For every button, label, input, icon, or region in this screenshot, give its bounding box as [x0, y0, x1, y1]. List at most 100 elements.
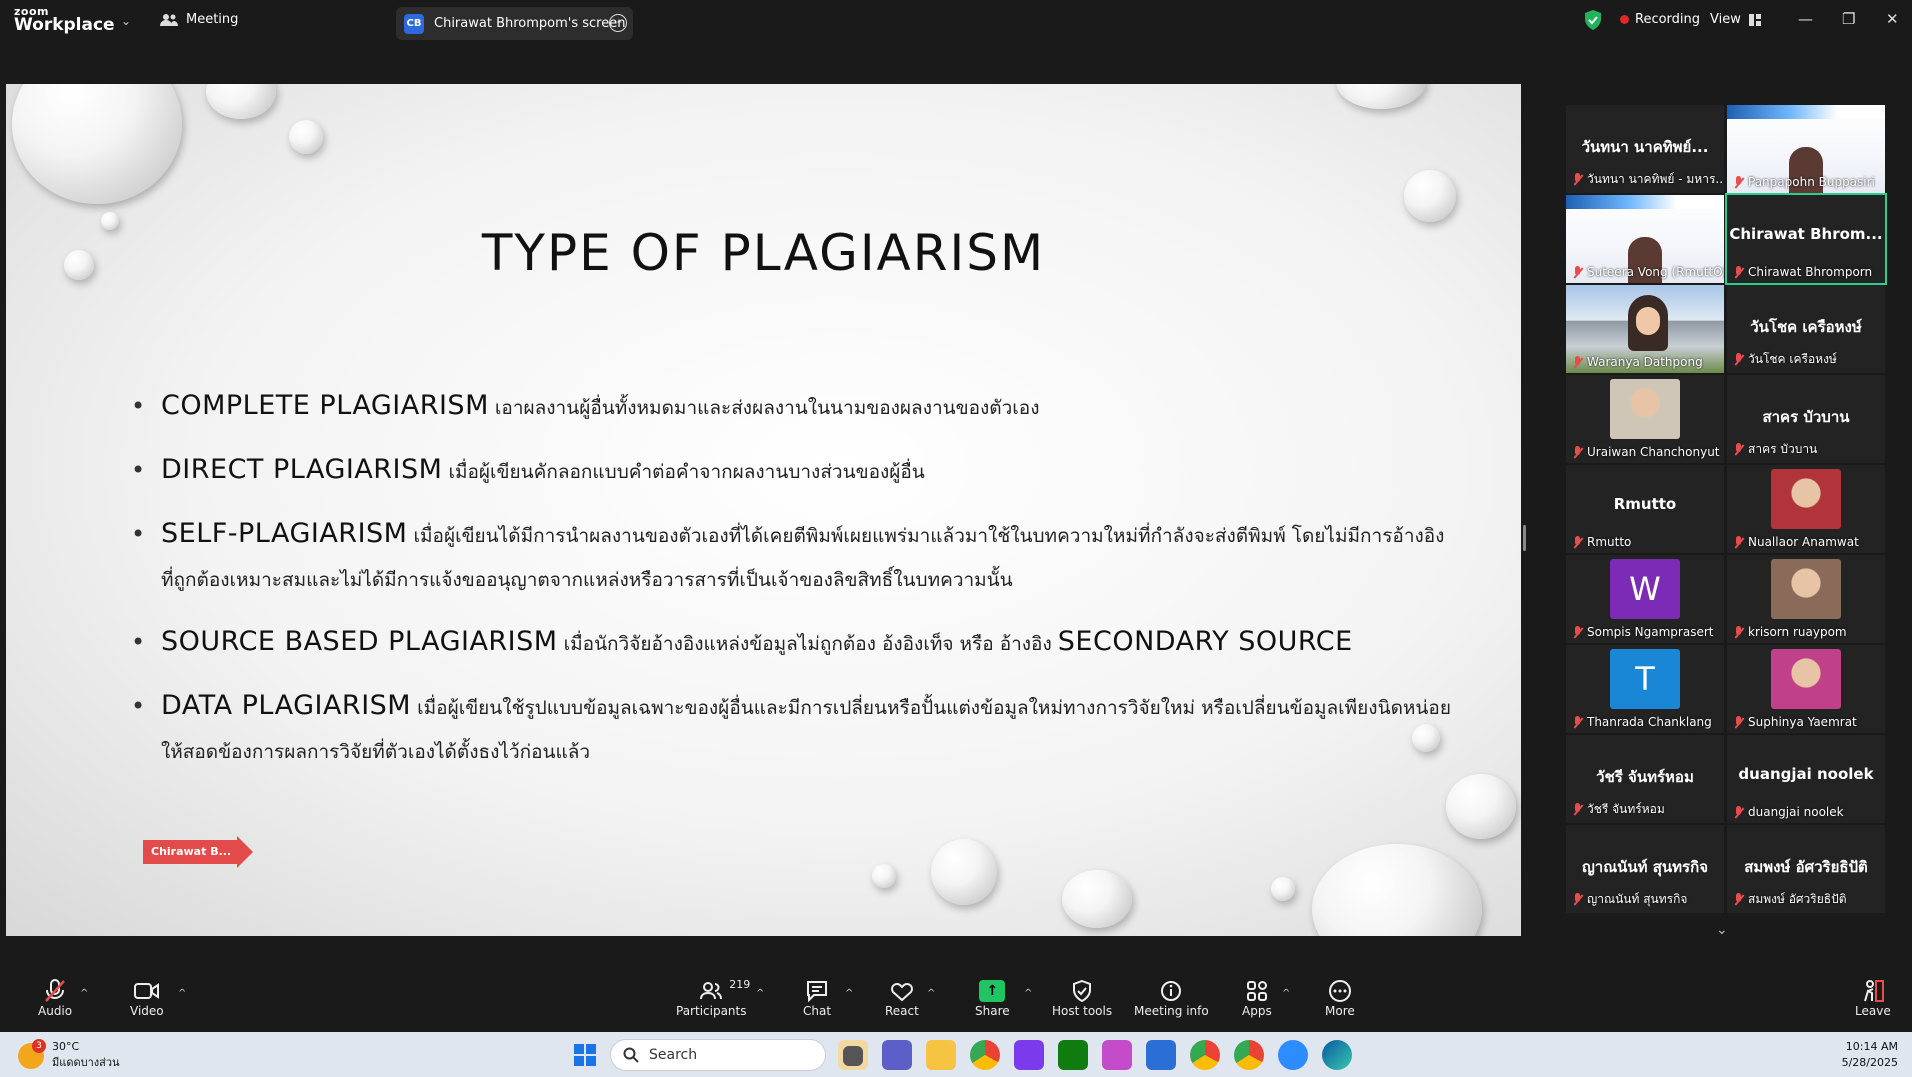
notepad-icon[interactable] — [1146, 1040, 1176, 1070]
avatar — [1771, 469, 1841, 529]
audio-caret-icon[interactable]: ^ — [80, 988, 88, 999]
xbox-icon[interactable] — [1058, 1040, 1088, 1070]
participant-name: Uraiwan Chanchonyut — [1587, 445, 1720, 459]
chrome-profile-icon[interactable] — [1190, 1040, 1220, 1070]
weather-widget[interactable]: 3 30°C มีแดดบางส่วน — [18, 1038, 120, 1071]
participant-display-name: Rmutto — [1613, 495, 1677, 513]
participant-display-name: Chirawat Bhrom... — [1729, 225, 1883, 243]
participant-tile[interactable]: วันโชค เครือหงษ์ วันโชค เครือหงษ์ — [1727, 285, 1885, 373]
participants-caret-icon[interactable]: ^ — [756, 988, 764, 999]
video-caret-icon[interactable]: ^ — [178, 988, 186, 999]
participant-display-name: สาคร บัวบาน — [1762, 408, 1850, 426]
shared-screen-tab[interactable]: CB Chirawat Bhrompom's screen ··· — [396, 7, 633, 40]
participant-tile[interactable]: Uraiwan Chanchonyut — [1566, 375, 1724, 463]
bullet-item: SOURCE BASED PLAGIARISM เมื่อนักวิจัยอ้า… — [131, 620, 1451, 666]
participant-tile[interactable]: วันทนา นาคทิพย์... วันทนา นาคทิพย์ - มหาร… — [1566, 105, 1724, 193]
participant-tile[interactable]: Waranya Dathpong — [1566, 285, 1724, 373]
chrome-icon[interactable] — [970, 1040, 1000, 1070]
meeting-button[interactable]: Meeting — [160, 12, 238, 27]
more-options-icon[interactable]: ··· — [609, 14, 627, 32]
water-drop — [1271, 877, 1295, 901]
view-button[interactable]: View — [1710, 12, 1761, 27]
participant-tile[interactable]: Panpapohn Buppasiri — [1727, 105, 1885, 193]
participants-button[interactable]: 219 Participants — [676, 978, 750, 1018]
chrome-profile-p-icon[interactable] — [1234, 1040, 1264, 1070]
participant-tile[interactable]: Chirawat Bhrom... Chirawat Bhromporn — [1725, 193, 1887, 285]
participant-label: Waranya Dathpong — [1572, 355, 1703, 369]
mic-muted-icon — [1572, 893, 1583, 906]
participant-name: สาคร บัวบาน — [1748, 442, 1818, 456]
participant-tile[interactable]: Suteera Vong (RmuttO) — [1566, 195, 1724, 283]
search-icon — [623, 1047, 639, 1063]
apps-label: Apps — [1242, 1004, 1272, 1018]
participant-name: สมพงษ์ อัศวริยธิปัติ — [1748, 892, 1847, 906]
participant-name: duangjai noolek — [1748, 805, 1844, 819]
participant-tile[interactable]: krisorn ruaypom — [1727, 555, 1885, 643]
restore-icon[interactable]: ❐ — [1842, 10, 1855, 28]
water-drop — [1446, 774, 1516, 839]
edge-icon[interactable] — [1322, 1040, 1352, 1070]
apps-icon — [1243, 978, 1271, 1004]
system-clock[interactable]: 10:14 AM 5/28/2025 — [1842, 1039, 1898, 1071]
participant-label: สาคร บัวบาน — [1733, 440, 1817, 459]
participant-tile[interactable]: สมพงษ์ อัศวริยธิปัติ สมพงษ์ อัศวริยธิปัติ — [1727, 825, 1885, 913]
participant-name: Sompis Ngamprasert — [1587, 625, 1714, 639]
apps-caret-icon[interactable]: ^ — [1282, 988, 1290, 999]
participant-label: วันโชค เครือหงษ์ — [1733, 350, 1837, 369]
water-drop — [1336, 84, 1426, 109]
participant-tile[interactable]: วัชรี จันทร์หอม วัชรี จันทร์หอม — [1566, 735, 1724, 823]
chat-button[interactable]: Chat — [803, 978, 831, 1018]
share-caret-icon[interactable]: ^ — [1024, 988, 1032, 999]
zoom-app-icon[interactable] — [1278, 1040, 1308, 1070]
minimize-icon[interactable]: — — [1798, 10, 1813, 28]
share-button[interactable]: ↑ Share — [975, 978, 1010, 1018]
recording-indicator[interactable]: Recording — [1620, 12, 1700, 27]
info-icon — [1157, 978, 1185, 1004]
more-button[interactable]: More — [1325, 978, 1355, 1018]
scroll-down-chevron-icon[interactable]: ⌄ — [1716, 922, 1728, 938]
participant-tile[interactable]: T Thanrada Chanklang — [1566, 645, 1724, 733]
windows-start-icon[interactable] — [574, 1044, 596, 1066]
participant-tile[interactable]: duangjai noolek duangjai noolek — [1727, 735, 1885, 823]
participant-name: Rmutto — [1587, 535, 1632, 549]
task-view-icon[interactable] — [843, 1046, 863, 1066]
meeting-info-button[interactable]: Meeting info — [1134, 978, 1209, 1018]
participant-label: krisorn ruaypom — [1733, 625, 1847, 639]
zoom-logo[interactable]: zoom Workplace — [14, 6, 115, 34]
resize-handle[interactable] — [1523, 525, 1526, 551]
leave-button[interactable]: Leave — [1855, 978, 1891, 1018]
weather-badge: 3 — [32, 1038, 46, 1053]
water-drop — [872, 864, 896, 888]
bullet-term: COMPLETE PLAGIARISM — [161, 390, 489, 421]
instagram-icon[interactable] — [1014, 1040, 1044, 1070]
mic-muted-icon — [1733, 265, 1744, 279]
security-shield-icon[interactable] — [1584, 10, 1602, 30]
video-button[interactable]: Video — [130, 978, 164, 1018]
file-explorer-icon[interactable] — [926, 1040, 956, 1070]
react-button[interactable]: React — [885, 978, 919, 1018]
participant-tile[interactable]: สาคร บัวบาน สาคร บัวบาน — [1727, 375, 1885, 463]
bullet-item: DIRECT PLAGIARISM เมื่อผู้เขียนคักลอกแบบ… — [131, 448, 1451, 494]
chevron-down-icon[interactable]: ⌄ — [121, 14, 131, 28]
participant-tile[interactable]: W Sompis Ngamprasert — [1566, 555, 1724, 643]
react-caret-icon[interactable]: ^ — [927, 988, 935, 999]
taskbar-search[interactable]: Search — [610, 1039, 826, 1071]
chat-label: Chat — [803, 1004, 832, 1018]
participant-tile[interactable]: Suphinya Yaemrat — [1727, 645, 1885, 733]
avatar: W — [1610, 559, 1680, 619]
teams-icon[interactable] — [882, 1040, 912, 1070]
audio-button[interactable]: Audio — [38, 978, 72, 1018]
participant-name: Waranya Dathpong — [1587, 355, 1703, 369]
participant-tile[interactable]: ญาณนันท์ สุนทรกิจ ญาณนันท์ สุนทรกิจ — [1566, 825, 1724, 913]
participant-tile[interactable]: Nuallaor Anamwat — [1727, 465, 1885, 553]
mic-muted-icon — [1733, 893, 1744, 906]
apps-button[interactable]: Apps — [1242, 978, 1272, 1018]
chat-caret-icon[interactable]: ^ — [845, 988, 853, 999]
bullet-item: COMPLETE PLAGIARISM เอาผลงานผู้อื่นทั้งห… — [131, 384, 1451, 430]
host-tools-button[interactable]: Host tools — [1052, 978, 1112, 1018]
canva-icon[interactable] — [1102, 1040, 1132, 1070]
participant-tile[interactable]: Rmutto Rmutto — [1566, 465, 1724, 553]
bullet-term: SELF-PLAGIARISM — [161, 518, 408, 549]
mic-muted-icon — [1572, 535, 1583, 549]
close-icon[interactable]: ✕ — [1886, 10, 1899, 28]
